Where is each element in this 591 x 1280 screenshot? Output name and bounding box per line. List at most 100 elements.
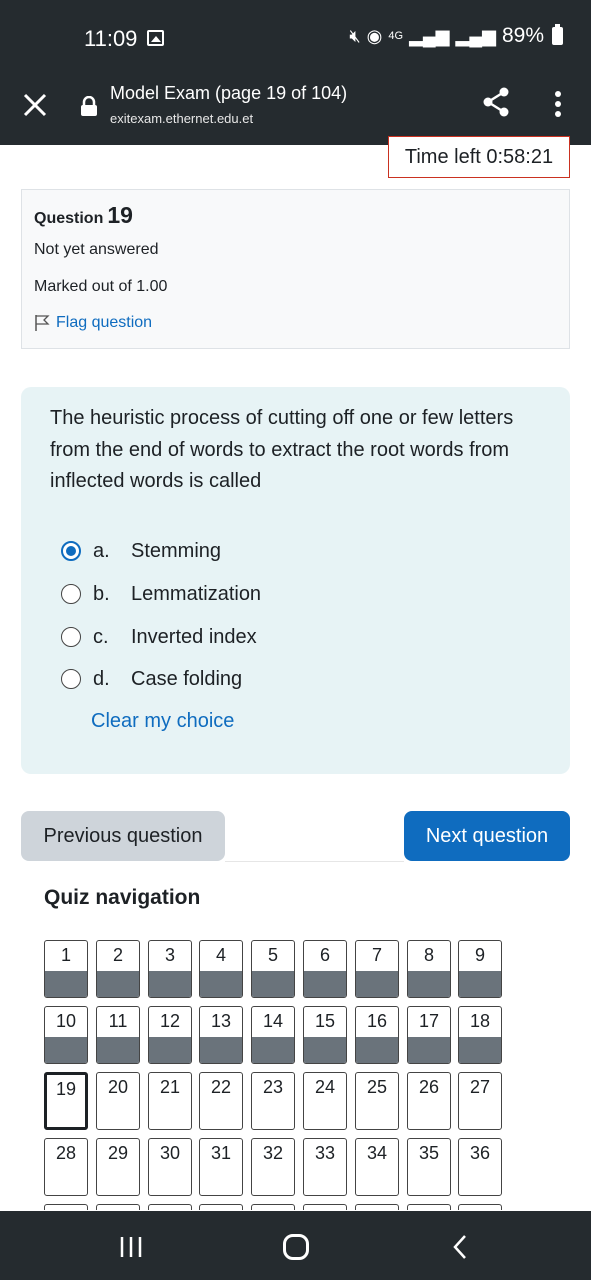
quiz-nav-button-16[interactable]: 16 bbox=[355, 1006, 399, 1064]
quiz-nav-button-10[interactable]: 10 bbox=[44, 1006, 88, 1064]
quiz-nav-button-3[interactable]: 3 bbox=[148, 940, 192, 998]
share-icon[interactable] bbox=[480, 86, 512, 118]
back-icon[interactable] bbox=[450, 1233, 470, 1261]
recent-apps-icon[interactable] bbox=[118, 1235, 144, 1259]
quiz-nav-label: 8 bbox=[423, 945, 434, 965]
quiz-nav-label: 39 bbox=[149, 1205, 191, 1210]
time-left: Time left 0:58:21 bbox=[388, 136, 570, 178]
lock-icon bbox=[81, 96, 97, 116]
quiz-nav-button-22[interactable]: 22 bbox=[199, 1072, 243, 1130]
quiz-nav-button-12[interactable]: 12 bbox=[148, 1006, 192, 1064]
system-navigation-bar bbox=[0, 1211, 591, 1280]
status-icons: 🔇︎ ◉ 4G ▂▄▆ ▂▄▆ 89% bbox=[349, 24, 563, 48]
quiz-nav-button-17[interactable]: 17 bbox=[407, 1006, 451, 1064]
quiz-nav-label: 35 bbox=[418, 1143, 440, 1163]
quiz-nav-button-8[interactable]: 8 bbox=[407, 940, 451, 998]
close-icon[interactable] bbox=[20, 90, 50, 120]
quiz-nav-label: 22 bbox=[210, 1077, 232, 1097]
quiz-nav-button-4[interactable]: 4 bbox=[199, 940, 243, 998]
quiz-nav-button-1[interactable]: 1 bbox=[44, 940, 88, 998]
quiz-nav-button-35[interactable]: 35 bbox=[407, 1138, 451, 1196]
quiz-nav-button-41[interactable]: 41 bbox=[251, 1204, 295, 1210]
quiz-nav-button-25[interactable]: 25 bbox=[355, 1072, 399, 1130]
quiz-nav-button-36[interactable]: 36 bbox=[458, 1138, 502, 1196]
quiz-nav-button-29[interactable]: 29 bbox=[96, 1138, 140, 1196]
quiz-nav-button-30[interactable]: 30 bbox=[148, 1138, 192, 1196]
battery-percent: 89% bbox=[501, 24, 544, 47]
quiz-nav-button-28[interactable]: 28 bbox=[44, 1138, 88, 1196]
quiz-nav-label: 36 bbox=[469, 1143, 491, 1163]
flag-question-link[interactable]: Flag question bbox=[34, 314, 152, 332]
more-options-icon[interactable] bbox=[548, 90, 568, 118]
quiz-nav-button-45[interactable]: 45 bbox=[458, 1204, 502, 1210]
answered-marker bbox=[252, 971, 294, 997]
answered-marker bbox=[149, 971, 191, 997]
quiz-nav-label: 32 bbox=[262, 1143, 284, 1163]
quiz-nav-button-5[interactable]: 5 bbox=[251, 940, 295, 998]
quiz-nav-button-2[interactable]: 2 bbox=[96, 940, 140, 998]
flag-icon bbox=[35, 315, 50, 331]
quiz-nav-button-20[interactable]: 20 bbox=[96, 1072, 140, 1130]
quiz-nav-button-39[interactable]: 39 bbox=[148, 1204, 192, 1210]
quiz-nav-button-40[interactable]: 40 bbox=[199, 1204, 243, 1210]
mute-icon: 🔇︎ bbox=[349, 26, 361, 46]
clear-choice-link[interactable]: Clear my choice bbox=[91, 710, 234, 733]
radio-button[interactable] bbox=[61, 584, 81, 604]
quiz-nav-label: 15 bbox=[314, 1011, 336, 1031]
gallery-icon bbox=[147, 30, 164, 46]
previous-question-button[interactable]: Previous question bbox=[21, 811, 225, 861]
quiz-nav-button-44[interactable]: 44 bbox=[407, 1204, 451, 1210]
radio-button[interactable] bbox=[61, 669, 81, 689]
answered-marker bbox=[200, 1037, 242, 1063]
quiz-nav-button-23[interactable]: 23 bbox=[251, 1072, 295, 1130]
quiz-nav-button-11[interactable]: 11 bbox=[96, 1006, 140, 1064]
quiz-nav-label: 27 bbox=[469, 1077, 491, 1097]
answer-option-c[interactable]: c. Inverted index bbox=[61, 626, 257, 648]
quiz-nav-label: 38 bbox=[97, 1205, 139, 1210]
quiz-nav-label: 41 bbox=[252, 1205, 294, 1210]
radio-button[interactable] bbox=[61, 541, 81, 561]
quiz-nav-label: 20 bbox=[107, 1077, 129, 1097]
quiz-nav-button-37[interactable]: 37 bbox=[44, 1204, 88, 1210]
quiz-nav-label: 16 bbox=[366, 1011, 388, 1031]
quiz-nav-button-7[interactable]: 7 bbox=[355, 940, 399, 998]
quiz-nav-button-42[interactable]: 42 bbox=[303, 1204, 347, 1210]
quiz-nav-button-32[interactable]: 32 bbox=[251, 1138, 295, 1196]
quiz-nav-label: 11 bbox=[108, 1011, 128, 1031]
home-icon[interactable] bbox=[283, 1234, 309, 1260]
quiz-nav-label: 7 bbox=[371, 945, 382, 965]
page-url[interactable]: exitexam.ethernet.edu.et bbox=[110, 111, 253, 126]
quiz-nav-label: 24 bbox=[314, 1077, 336, 1097]
quiz-nav-button-14[interactable]: 14 bbox=[251, 1006, 295, 1064]
hotspot-icon: ◉ bbox=[366, 26, 383, 46]
signal-icon: ▂▄▆ bbox=[455, 26, 496, 46]
answered-marker bbox=[408, 1037, 450, 1063]
quiz-nav-button-24[interactable]: 24 bbox=[303, 1072, 347, 1130]
quiz-nav-button-27[interactable]: 27 bbox=[458, 1072, 502, 1130]
quiz-nav-button-15[interactable]: 15 bbox=[303, 1006, 347, 1064]
quiz-nav-button-6[interactable]: 6 bbox=[303, 940, 347, 998]
quiz-nav-button-26[interactable]: 26 bbox=[407, 1072, 451, 1130]
answered-marker bbox=[97, 971, 139, 997]
quiz-nav-button-33[interactable]: 33 bbox=[303, 1138, 347, 1196]
quiz-nav-label: 9 bbox=[474, 945, 485, 965]
quiz-nav-button-13[interactable]: 13 bbox=[199, 1006, 243, 1064]
quiz-nav-button-31[interactable]: 31 bbox=[199, 1138, 243, 1196]
quiz-nav-button-18[interactable]: 18 bbox=[458, 1006, 502, 1064]
quiz-nav-button-38[interactable]: 38 bbox=[96, 1204, 140, 1210]
quiz-nav-button-9[interactable]: 9 bbox=[458, 940, 502, 998]
quiz-nav-label: 25 bbox=[366, 1077, 388, 1097]
quiz-nav-button-43[interactable]: 43 bbox=[355, 1204, 399, 1210]
quiz-nav-button-19[interactable]: 19 bbox=[44, 1072, 88, 1130]
answer-option-a[interactable]: a. Stemming bbox=[61, 540, 221, 562]
next-question-button[interactable]: Next question bbox=[404, 811, 570, 861]
quiz-nav-label: 3 bbox=[164, 945, 175, 965]
quiz-nav-button-34[interactable]: 34 bbox=[355, 1138, 399, 1196]
radio-button[interactable] bbox=[61, 627, 81, 647]
answered-marker bbox=[252, 1037, 294, 1063]
quiz-nav-label: 13 bbox=[210, 1011, 232, 1031]
answer-option-b[interactable]: b. Lemmatization bbox=[61, 583, 261, 605]
answer-option-d[interactable]: d. Case folding bbox=[61, 668, 242, 690]
signal-icon: ▂▄▆ bbox=[409, 26, 450, 46]
quiz-nav-button-21[interactable]: 21 bbox=[148, 1072, 192, 1130]
